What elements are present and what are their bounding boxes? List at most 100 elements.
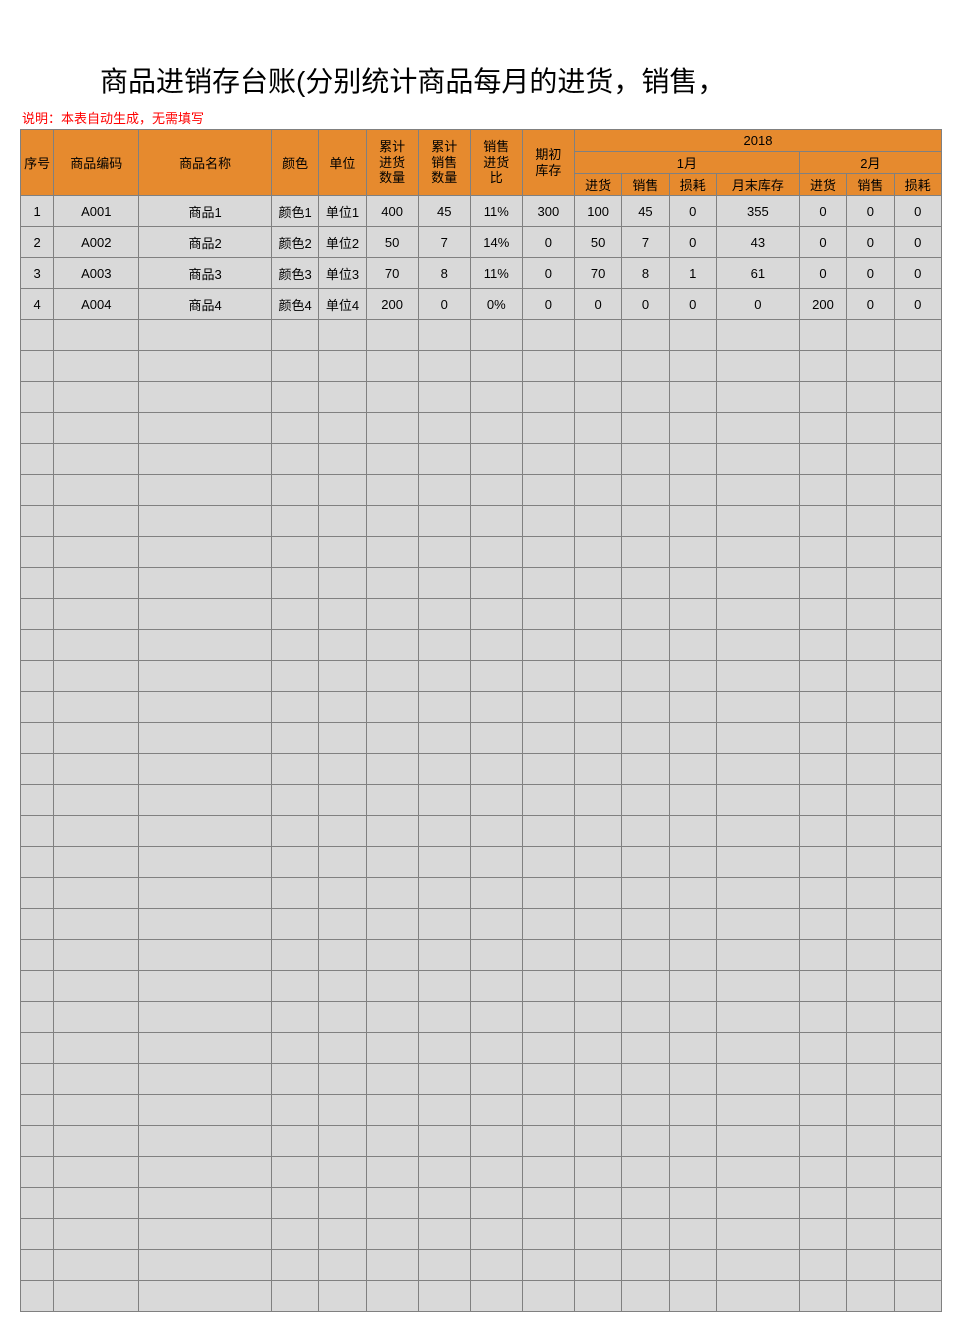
cell-empty — [716, 1250, 799, 1281]
table-row-empty — [21, 444, 942, 475]
cell-empty — [894, 847, 942, 878]
cell-empty — [622, 1033, 669, 1064]
cell-empty — [139, 413, 272, 444]
cell-empty — [716, 475, 799, 506]
cell-empty — [716, 382, 799, 413]
cell-empty — [470, 599, 522, 630]
cell-empty — [894, 1033, 942, 1064]
cell-empty — [366, 1219, 418, 1250]
cell-ratio: 14% — [470, 227, 522, 258]
cell-empty — [522, 568, 574, 599]
cell-empty — [669, 692, 716, 723]
cell-empty — [319, 351, 366, 382]
cell-empty — [21, 1157, 54, 1188]
table-row-empty — [21, 909, 942, 940]
cell-empty — [470, 444, 522, 475]
cell-empty — [847, 1064, 894, 1095]
cell-empty — [522, 1095, 574, 1126]
cell-empty — [799, 320, 846, 351]
cell-empty — [271, 847, 318, 878]
cell-code: A003 — [54, 258, 139, 289]
cell-empty — [319, 382, 366, 413]
cell-empty — [418, 723, 470, 754]
cell-empty — [139, 1188, 272, 1219]
cell-empty — [894, 1188, 942, 1219]
cell-empty — [522, 475, 574, 506]
cell-empty — [894, 754, 942, 785]
cell-empty — [716, 661, 799, 692]
cell-empty — [418, 754, 470, 785]
cell-empty — [622, 878, 669, 909]
cell-empty — [669, 599, 716, 630]
table-row-empty — [21, 1250, 942, 1281]
cell-empty — [847, 413, 894, 444]
cell-empty — [54, 568, 139, 599]
cell-empty — [271, 785, 318, 816]
cell-empty — [470, 1064, 522, 1095]
cell-empty — [470, 413, 522, 444]
cell-empty — [54, 506, 139, 537]
cell-empty — [669, 1157, 716, 1188]
cell-empty — [847, 351, 894, 382]
cell-empty — [139, 1281, 272, 1312]
cell-empty — [622, 320, 669, 351]
cell-empty — [418, 971, 470, 1002]
cell-empty — [21, 1064, 54, 1095]
cell-empty — [622, 599, 669, 630]
cell-empty — [21, 630, 54, 661]
cell-empty — [139, 878, 272, 909]
cell-empty — [139, 785, 272, 816]
cell-empty — [366, 351, 418, 382]
table-row-empty — [21, 816, 942, 847]
cell-empty — [847, 878, 894, 909]
cell-empty — [271, 320, 318, 351]
cell-empty — [574, 444, 621, 475]
cell-m1In: 100 — [574, 196, 621, 227]
cell-empty — [799, 1219, 846, 1250]
cell-empty — [894, 599, 942, 630]
cell-empty — [847, 320, 894, 351]
cell-empty — [470, 475, 522, 506]
cell-seq: 4 — [21, 289, 54, 320]
cell-empty — [319, 661, 366, 692]
cell-empty — [894, 878, 942, 909]
cell-empty — [799, 971, 846, 1002]
cell-empty — [622, 692, 669, 723]
cell-empty — [271, 1002, 318, 1033]
cell-empty — [894, 506, 942, 537]
cell-empty — [894, 444, 942, 475]
cell-empty — [271, 723, 318, 754]
cell-empty — [366, 1002, 418, 1033]
cell-empty — [271, 1126, 318, 1157]
cell-empty — [139, 320, 272, 351]
cell-empty — [669, 1126, 716, 1157]
cell-empty — [21, 1250, 54, 1281]
cell-empty — [622, 413, 669, 444]
cell-empty — [574, 1095, 621, 1126]
cell-empty — [716, 816, 799, 847]
cell-empty — [574, 723, 621, 754]
cell-empty — [522, 847, 574, 878]
cell-m2Out: 0 — [847, 258, 894, 289]
cell-empty — [669, 1095, 716, 1126]
cell-empty — [894, 692, 942, 723]
cell-m2Loss: 0 — [894, 196, 942, 227]
cell-empty — [139, 1095, 272, 1126]
cell-empty — [470, 382, 522, 413]
cell-empty — [522, 1157, 574, 1188]
cell-ratio: 0% — [470, 289, 522, 320]
cell-empty — [799, 816, 846, 847]
cell-empty — [716, 1095, 799, 1126]
cell-empty — [669, 940, 716, 971]
table-row-empty — [21, 878, 942, 909]
cell-empty — [669, 1281, 716, 1312]
cell-unit: 单位1 — [319, 196, 366, 227]
cell-cumOut: 7 — [418, 227, 470, 258]
cell-empty — [669, 723, 716, 754]
cell-empty — [54, 537, 139, 568]
cell-unit: 单位2 — [319, 227, 366, 258]
cell-empty — [622, 971, 669, 1002]
cell-empty — [574, 630, 621, 661]
cell-empty — [716, 1281, 799, 1312]
cell-empty — [799, 1064, 846, 1095]
